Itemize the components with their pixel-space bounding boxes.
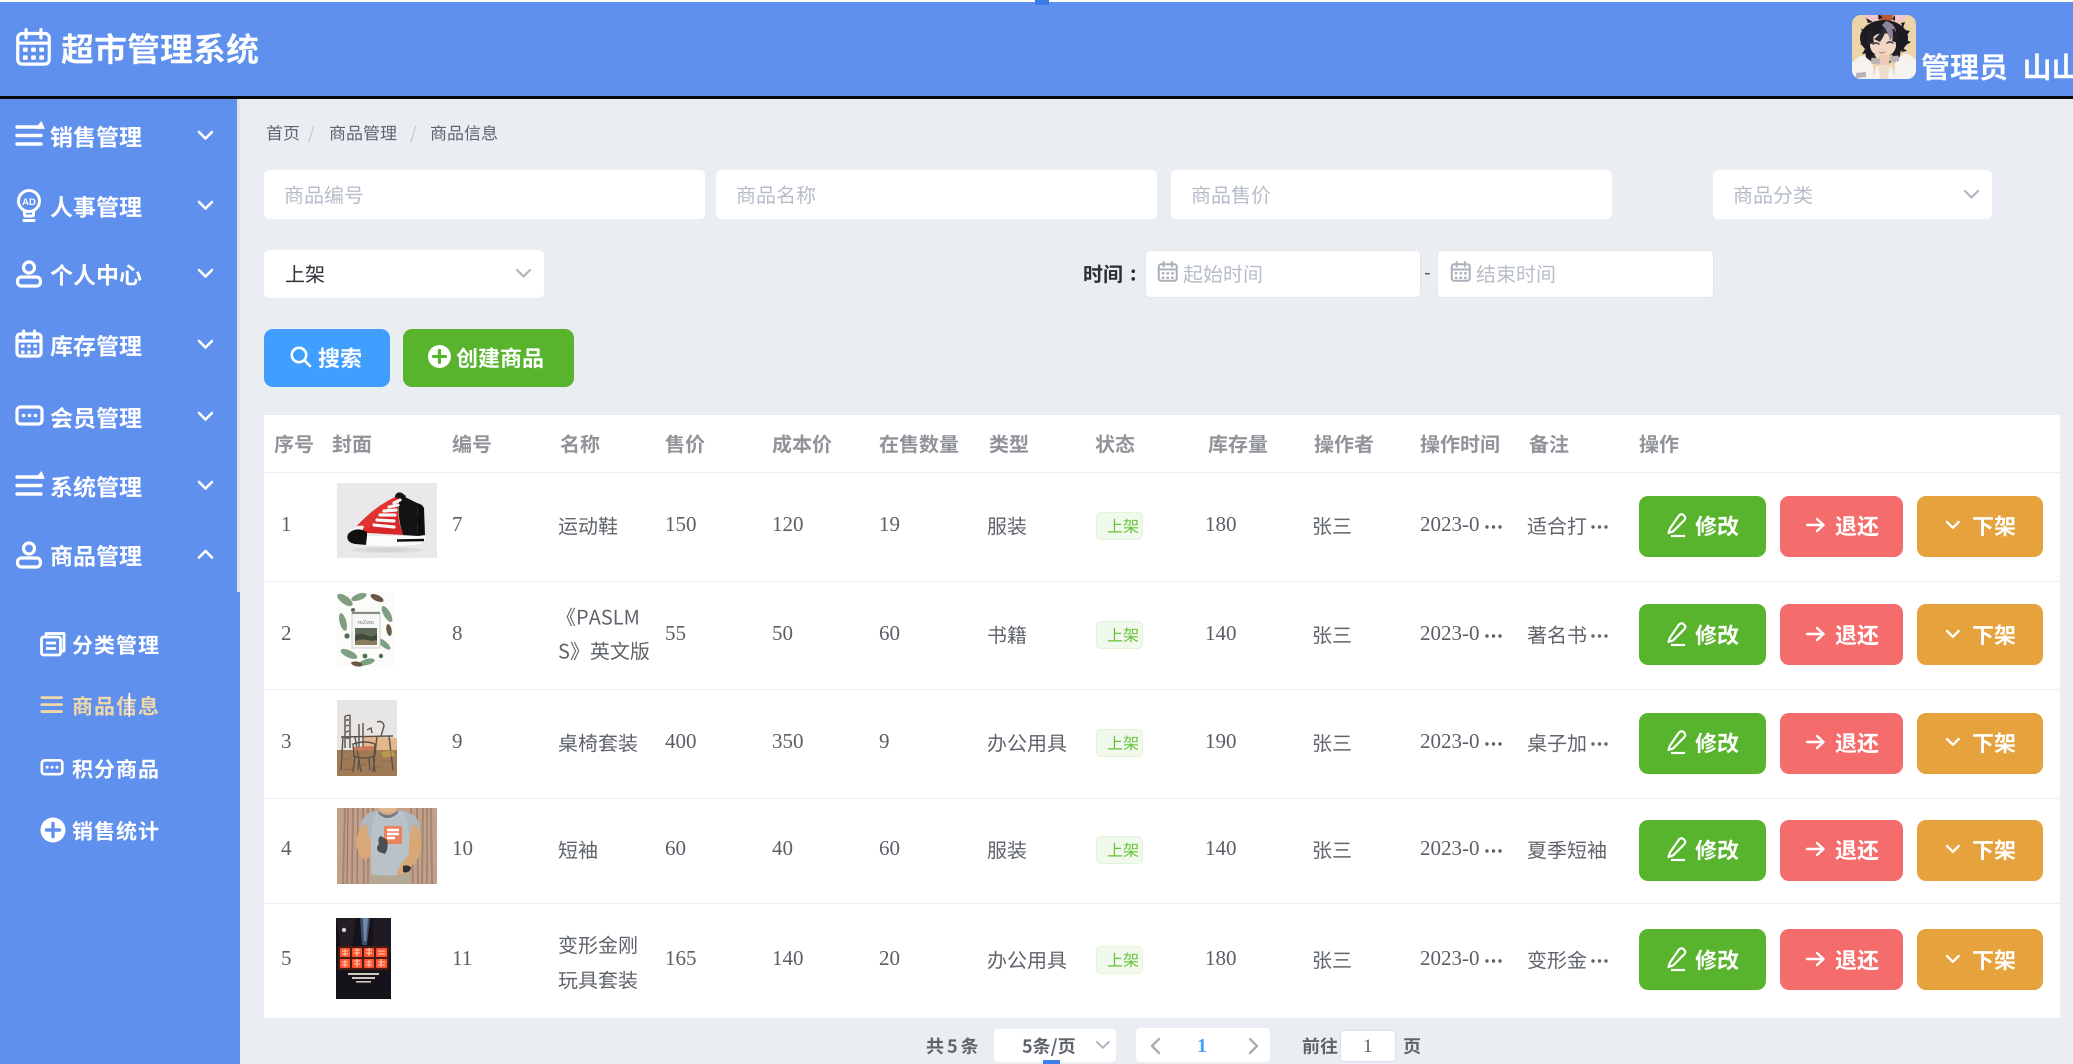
- svg-text:AD: AD: [22, 197, 36, 208]
